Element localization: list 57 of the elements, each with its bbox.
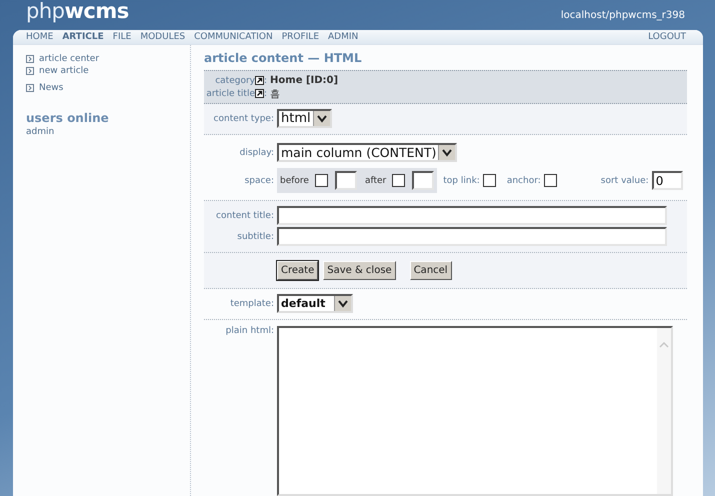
field-label: template: — [229, 298, 275, 308]
nav-tab[interactable]: PROFILE — [282, 32, 319, 42]
field-label: content type: — [212, 114, 275, 124]
field-label: content title: — [215, 210, 275, 220]
arrow-icon — [26, 67, 34, 75]
arrow-icon — [26, 84, 34, 92]
anchor-checkbox[interactable] — [544, 174, 557, 187]
field-label: top link: — [443, 176, 480, 186]
form-button[interactable]: Create — [277, 261, 318, 280]
caret-icon — [312, 111, 330, 126]
sidebar-link[interactable]: new article — [39, 65, 89, 77]
field-value: Home [ID:0] — [270, 75, 338, 86]
caret-icon — [438, 145, 456, 160]
nav-tab[interactable]: FILE — [112, 32, 132, 42]
field-value: 흠 — [270, 88, 280, 100]
text-field[interactable] — [277, 227, 667, 246]
link-arrow-icon[interactable] — [255, 76, 264, 85]
colon: : — [264, 76, 268, 86]
section-title: users online — [26, 111, 110, 125]
after-checkbox[interactable] — [392, 174, 406, 187]
field-label: display: — [238, 148, 275, 158]
after-field[interactable] — [412, 171, 434, 190]
text-field[interactable] — [277, 206, 667, 225]
field-label: before — [280, 176, 309, 186]
field-label: sort value: — [600, 176, 649, 186]
nav-tab[interactable]: MODULES — [140, 32, 186, 42]
top-link-checkbox[interactable] — [482, 174, 496, 187]
caret-icon — [334, 296, 351, 311]
arrow-icon — [26, 55, 34, 63]
field-label: anchor: — [506, 176, 541, 186]
before-checkbox[interactable] — [314, 174, 328, 187]
sort-value-field[interactable]: 0 — [652, 171, 683, 190]
field-label: category — [214, 76, 255, 86]
form-button[interactable]: Save & close — [323, 261, 396, 280]
display-select[interactable]: main column (CONTENT) — [277, 143, 458, 162]
nav-tab[interactable]: COMMUNICATION — [194, 32, 273, 42]
before-field[interactable] — [334, 171, 357, 190]
link-arrow-icon[interactable] — [255, 89, 264, 98]
form-button[interactable]: Cancel — [410, 261, 452, 280]
field-label: plain html: — [224, 326, 275, 336]
content-type-select[interactable]: html — [277, 109, 332, 128]
nav-tab[interactable]: ARTICLE — [62, 32, 104, 42]
field-label: subtitle: — [236, 232, 275, 242]
field-label: space: — [244, 176, 275, 186]
colon: : — [264, 88, 268, 98]
user-name: admin — [26, 127, 56, 137]
sidebar-link[interactable]: article center — [39, 53, 100, 65]
host-name: localhost/phpwcms_r398 — [560, 10, 685, 21]
template-select[interactable]: default — [277, 294, 353, 313]
nav-tab[interactable]: HOME — [26, 32, 54, 42]
sidebar-link[interactable]: News — [39, 82, 64, 94]
field-label: article title — [205, 88, 255, 98]
page-title: article content — HTML — [204, 51, 363, 67]
logout-link[interactable]: LOGOUT — [648, 32, 686, 42]
nav-tab[interactable]: ADMIN — [328, 32, 358, 42]
field-label: after — [364, 176, 386, 186]
logo: phpwcms — [26, 0, 129, 24]
